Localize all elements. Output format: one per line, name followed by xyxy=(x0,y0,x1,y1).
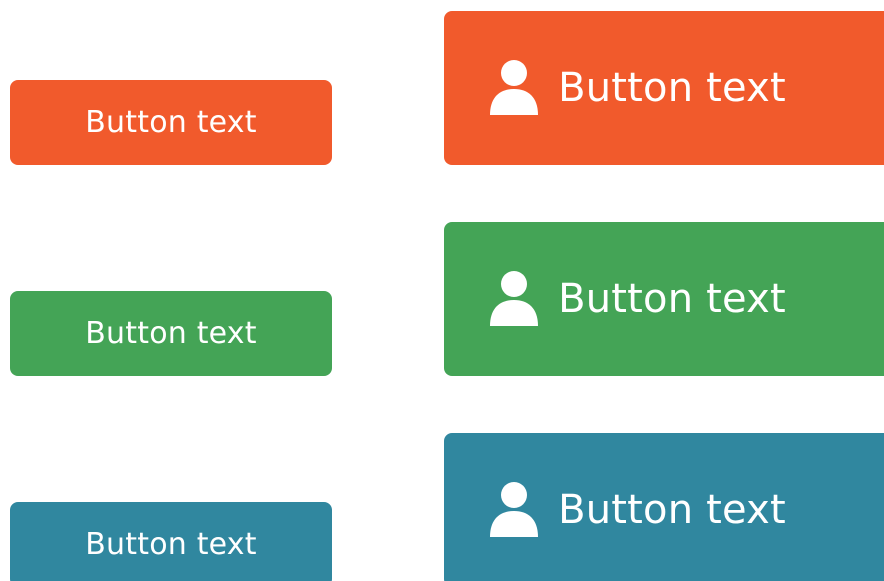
user-icon xyxy=(488,59,540,117)
orange-icon-button[interactable]: Button text xyxy=(444,11,884,165)
orange-button[interactable]: Button text xyxy=(10,80,332,165)
button-label: Button text xyxy=(85,105,257,140)
green-icon-button[interactable]: Button text xyxy=(444,222,884,376)
blue-icon-button[interactable]: Button text xyxy=(444,433,884,581)
user-icon xyxy=(488,270,540,328)
button-label: Button text xyxy=(558,65,786,111)
button-label: Button text xyxy=(85,316,257,351)
blue-button[interactable]: Button text xyxy=(10,502,332,581)
green-button[interactable]: Button text xyxy=(10,291,332,376)
user-icon xyxy=(488,481,540,539)
button-label: Button text xyxy=(558,276,786,322)
button-label: Button text xyxy=(85,527,257,562)
button-label: Button text xyxy=(558,487,786,533)
